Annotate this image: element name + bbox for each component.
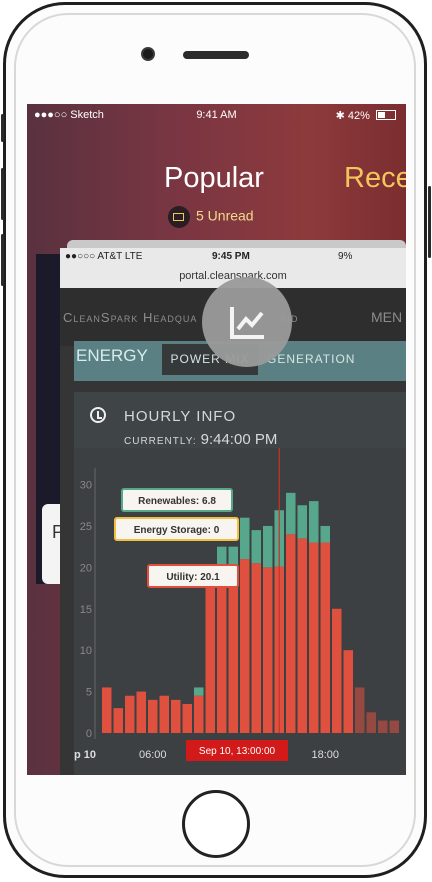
utility-bar: [240, 559, 250, 733]
power-mix-chart: 0 5 10 15 20 25 30 p 10 06:00 18:00 Sep 10, 13:00:…: [74, 438, 406, 775]
utility-bar: [320, 542, 330, 733]
utility-bar: [194, 695, 204, 733]
card-time: 9:45 PM: [212, 251, 250, 262]
x-tick-label: p 10: [74, 749, 96, 761]
unread-count: 5 Unread: [196, 207, 254, 224]
tab-energy[interactable]: ENERGY: [76, 346, 148, 366]
chart-svg: 0 5 10 15 20 25 30 p 10 06:00 18:00 Sep 10, 13:00:…: [74, 438, 399, 761]
utility-bar: [217, 571, 227, 733]
utility-bar: [182, 704, 192, 733]
utility-bar: [113, 708, 123, 733]
utility-bar: [366, 712, 376, 733]
clock-icon: [90, 407, 106, 423]
chart-line-icon: [230, 307, 264, 339]
battery-icon: [376, 110, 396, 120]
hourly-info-title: HOURLY INFO: [124, 408, 237, 425]
chart-button[interactable]: [202, 277, 292, 367]
utility-bar: [263, 567, 273, 733]
envelope-icon: [168, 206, 190, 228]
current-time-label: CURRENTLY: 9:44:00 PM: [124, 431, 277, 448]
y-tick-label: 15: [80, 604, 92, 616]
utility-bar: [309, 542, 319, 733]
utility-bar: [389, 720, 399, 733]
y-tick-label: 10: [80, 645, 92, 657]
power-button: [428, 186, 431, 258]
renewables-bar: [251, 530, 261, 564]
highlight-time-label: Sep 10, 13:00:00: [199, 746, 276, 757]
card-status-bar: ●●○○○ AT&T LTE 9:45 PM 9%: [60, 248, 406, 266]
card-carrier: ●●○○○ AT&T LTE: [65, 251, 143, 262]
current-time-value: 9:44:00 PM: [200, 431, 278, 448]
utility-bar: [136, 691, 146, 733]
tooltip-label: Energy Storage: 0: [134, 525, 220, 536]
renewables-bar: [320, 525, 330, 543]
menu-button[interactable]: MEN: [371, 309, 402, 325]
status-bar: ●●●○○ Sketch 9:41 AM ✱ 42%: [27, 104, 406, 128]
earpiece-speaker: [183, 51, 249, 59]
utility-bar: [159, 695, 169, 733]
renewables-bar: [240, 517, 250, 560]
battery-percent: 42%: [347, 110, 370, 122]
renewables-bar: [309, 501, 319, 543]
utility-bar: [205, 571, 215, 733]
utility-bar: [355, 687, 365, 733]
next-page-title[interactable]: Rece: [344, 162, 406, 195]
volume-down-button: [1, 234, 4, 286]
utility-bar: [171, 699, 181, 733]
home-button[interactable]: [182, 790, 250, 858]
tooltip-label: Renewables: 6.8: [138, 496, 216, 507]
renewables-bar: [194, 687, 204, 696]
renewables-bar: [286, 492, 296, 535]
unread-badge[interactable]: 5 Unread: [168, 206, 254, 228]
y-tick-label: 5: [86, 687, 92, 699]
y-tick-label: 20: [80, 562, 92, 574]
utility-bar: [228, 571, 238, 733]
x-tick-label: 06:00: [139, 749, 167, 761]
page-title[interactable]: Popular: [164, 162, 264, 195]
renewables-bar: [297, 505, 307, 539]
y-tick-label: 0: [86, 728, 92, 740]
utility-bar: [251, 563, 261, 733]
utility-bar: [297, 538, 307, 733]
card-battery: 9%: [338, 251, 353, 262]
y-tick-label: 30: [80, 480, 92, 492]
renewables-bar: [263, 525, 273, 568]
utility-bar: [102, 687, 112, 733]
utility-bar: [332, 608, 342, 733]
current-label: CURRENTLY:: [124, 436, 197, 447]
mute-switch: [1, 114, 4, 142]
volume-up-button: [1, 168, 4, 220]
bluetooth-icon: ✱: [335, 110, 345, 122]
tooltip-label: Utility: 20.1: [166, 572, 220, 583]
screen: ●●●○○ Sketch 9:41 AM ✱ 42% Popular Rece …: [27, 104, 406, 775]
battery-status: ✱ 42%: [336, 109, 396, 122]
utility-bar: [148, 699, 158, 733]
y-tick-label: 25: [80, 521, 92, 533]
front-camera: [141, 47, 155, 61]
utility-bar: [343, 650, 353, 733]
hourly-info-panel: HOURLY INFO CURRENTLY: 9:44:00 PM: [74, 392, 406, 448]
x-tick-label: 18:00: [311, 749, 339, 761]
utility-bar: [286, 534, 296, 733]
utility-bar: [125, 695, 135, 733]
utility-bar: [378, 720, 388, 733]
site-brand[interactable]: CleanSpark Headqua: [63, 310, 197, 325]
